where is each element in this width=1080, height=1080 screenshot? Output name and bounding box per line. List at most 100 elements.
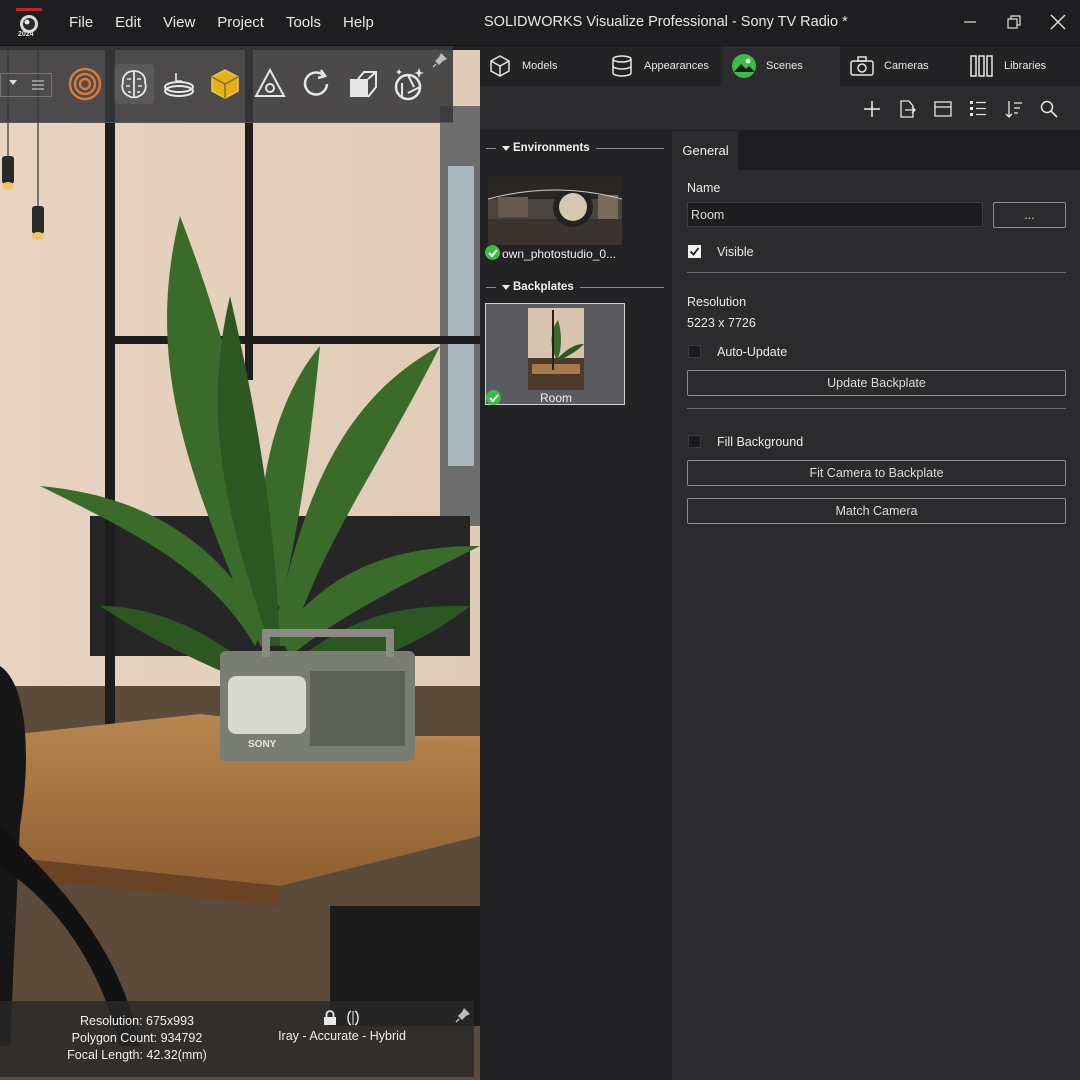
camera-effects-button[interactable] bbox=[389, 64, 429, 104]
fill-background-checkbox[interactable] bbox=[688, 435, 701, 448]
tab-scenes-label: Scenes bbox=[766, 60, 803, 72]
render-mode-label: Iray - Accurate - Hybrid bbox=[278, 1029, 406, 1043]
rotate-icon bbox=[303, 69, 329, 96]
backplate-preview-image bbox=[528, 308, 584, 390]
grid-list-icon bbox=[970, 101, 986, 116]
cylinder-icon bbox=[608, 52, 636, 80]
tab-cameras-label: Cameras bbox=[884, 60, 929, 72]
chevron-down-icon bbox=[9, 80, 17, 85]
environment-preview-image bbox=[488, 177, 622, 245]
fit-camera-button[interactable]: Fit Camera to Backplate bbox=[687, 460, 1066, 486]
grid-view-button[interactable] bbox=[967, 98, 989, 120]
environments-label: Environments bbox=[513, 142, 590, 154]
stereo-icon[interactable] bbox=[345, 1010, 361, 1026]
add-button[interactable] bbox=[861, 98, 883, 120]
name-input[interactable] bbox=[687, 202, 983, 227]
search-button[interactable] bbox=[1038, 98, 1060, 120]
rotate-button[interactable] bbox=[296, 64, 336, 104]
scene-render: SONY bbox=[0, 46, 480, 1080]
tab-models[interactable]: Models bbox=[486, 46, 602, 86]
focal-length: Focal Length: 42.32(mm) bbox=[67, 1048, 207, 1062]
palette-tabs: Models Appearances Scenes Cameras Librar… bbox=[480, 46, 1080, 86]
triangle-down-icon bbox=[502, 145, 510, 151]
tab-general[interactable]: General bbox=[673, 131, 738, 170]
scale-icon bbox=[350, 71, 377, 98]
menu-project[interactable]: Project bbox=[206, 14, 275, 31]
brain-icon bbox=[121, 70, 147, 99]
environment-thumbnail[interactable] bbox=[488, 177, 622, 245]
tab-scenes[interactable]: Scenes bbox=[722, 46, 840, 86]
mode-dropdown[interactable] bbox=[0, 73, 52, 97]
render-resolution: Resolution: 675x993 bbox=[80, 1014, 194, 1028]
resolution-label: Resolution bbox=[687, 295, 747, 309]
divider bbox=[687, 408, 1066, 409]
auto-update-checkbox[interactable] bbox=[688, 345, 701, 358]
books-icon bbox=[968, 52, 996, 80]
plus-icon bbox=[864, 101, 880, 117]
view-mode-button[interactable] bbox=[932, 98, 954, 120]
menu-tools[interactable]: Tools bbox=[275, 14, 332, 31]
backplate-thumbnail-selected[interactable]: Room bbox=[485, 303, 625, 405]
landscape-icon bbox=[730, 52, 758, 80]
toolbar-pin-button[interactable] bbox=[432, 52, 448, 68]
viewport-toolbar bbox=[0, 46, 453, 123]
app-logo-icon[interactable]: 2024 bbox=[16, 8, 42, 38]
tab-appearances-label: Appearances bbox=[644, 60, 709, 72]
auto-update-label: Auto-Update bbox=[717, 345, 788, 359]
visible-checkbox[interactable] bbox=[688, 245, 701, 258]
transform-icon bbox=[254, 67, 286, 97]
restore-icon bbox=[1007, 15, 1021, 29]
update-backplate-button[interactable]: Update Backplate bbox=[687, 370, 1066, 396]
browse-button[interactable]: ... bbox=[993, 202, 1066, 228]
menu-file[interactable]: File bbox=[58, 14, 104, 31]
backplate-name: Room bbox=[540, 391, 573, 405]
lock-icon[interactable] bbox=[323, 1010, 337, 1026]
pin-icon bbox=[432, 53, 447, 68]
scale-button[interactable] bbox=[343, 64, 383, 104]
environments-header[interactable]: Environments bbox=[486, 140, 664, 156]
menu-view[interactable]: View bbox=[152, 14, 206, 31]
turntable-button[interactable] bbox=[159, 64, 199, 104]
tab-libraries[interactable]: Libraries bbox=[968, 46, 1078, 86]
palette-panel: Models Appearances Scenes Cameras Librar… bbox=[480, 46, 1080, 1080]
transform-button[interactable] bbox=[250, 64, 290, 104]
menu-edit[interactable]: Edit bbox=[104, 14, 152, 31]
pin-icon bbox=[455, 1008, 470, 1023]
tab-cameras[interactable]: Cameras bbox=[848, 46, 960, 86]
divider bbox=[687, 272, 1066, 273]
camera-icon bbox=[848, 52, 876, 80]
minimize-icon bbox=[964, 21, 976, 23]
status-pin-button[interactable] bbox=[455, 1007, 471, 1026]
export-button[interactable] bbox=[896, 98, 918, 120]
close-icon bbox=[1050, 14, 1066, 30]
search-icon bbox=[1040, 100, 1058, 118]
sort-icon bbox=[1005, 101, 1022, 118]
tab-models-label: Models bbox=[522, 60, 558, 72]
viewport-status-bar: Resolution: 675x993 Polygon Count: 93479… bbox=[0, 1001, 474, 1077]
palette-actions bbox=[480, 86, 1080, 131]
render-viewport[interactable]: SONY Resolution: 675x993 Polygon Count: … bbox=[0, 46, 480, 1080]
restore-button[interactable] bbox=[1000, 8, 1028, 36]
sort-button[interactable] bbox=[1003, 98, 1025, 120]
menu-bar: File Edit View Project Tools Help bbox=[58, 0, 385, 45]
denoiser-button[interactable] bbox=[114, 64, 154, 104]
backplates-header[interactable]: Backplates bbox=[486, 279, 664, 295]
properties-panel: General Name ... Visible Resolution 5223… bbox=[673, 131, 1080, 1080]
backplates-label: Backplates bbox=[513, 281, 574, 293]
render-target-button[interactable] bbox=[65, 64, 105, 104]
menu-help[interactable]: Help bbox=[332, 14, 385, 31]
tab-appearances[interactable]: Appearances bbox=[608, 46, 718, 86]
bounding-box-button[interactable] bbox=[205, 64, 245, 104]
minimize-button[interactable] bbox=[956, 8, 984, 36]
properties-tabs: General bbox=[673, 131, 1080, 170]
window-title: SOLIDWORKS Visualize Professional - Sony… bbox=[484, 14, 848, 30]
match-camera-button[interactable]: Match Camera bbox=[687, 498, 1066, 524]
title-bar: 2024 File Edit View Project Tools Help S… bbox=[0, 0, 1080, 46]
check-icon bbox=[485, 245, 500, 260]
close-button[interactable] bbox=[1044, 8, 1072, 36]
turntable-icon bbox=[164, 73, 194, 97]
list-icon bbox=[32, 80, 44, 90]
resolution-value: 5223 x 7726 bbox=[687, 316, 756, 330]
tv-brand-label: SONY bbox=[248, 739, 277, 750]
scene-library: Environments own_photostudio_0... Backpl… bbox=[480, 131, 672, 1080]
